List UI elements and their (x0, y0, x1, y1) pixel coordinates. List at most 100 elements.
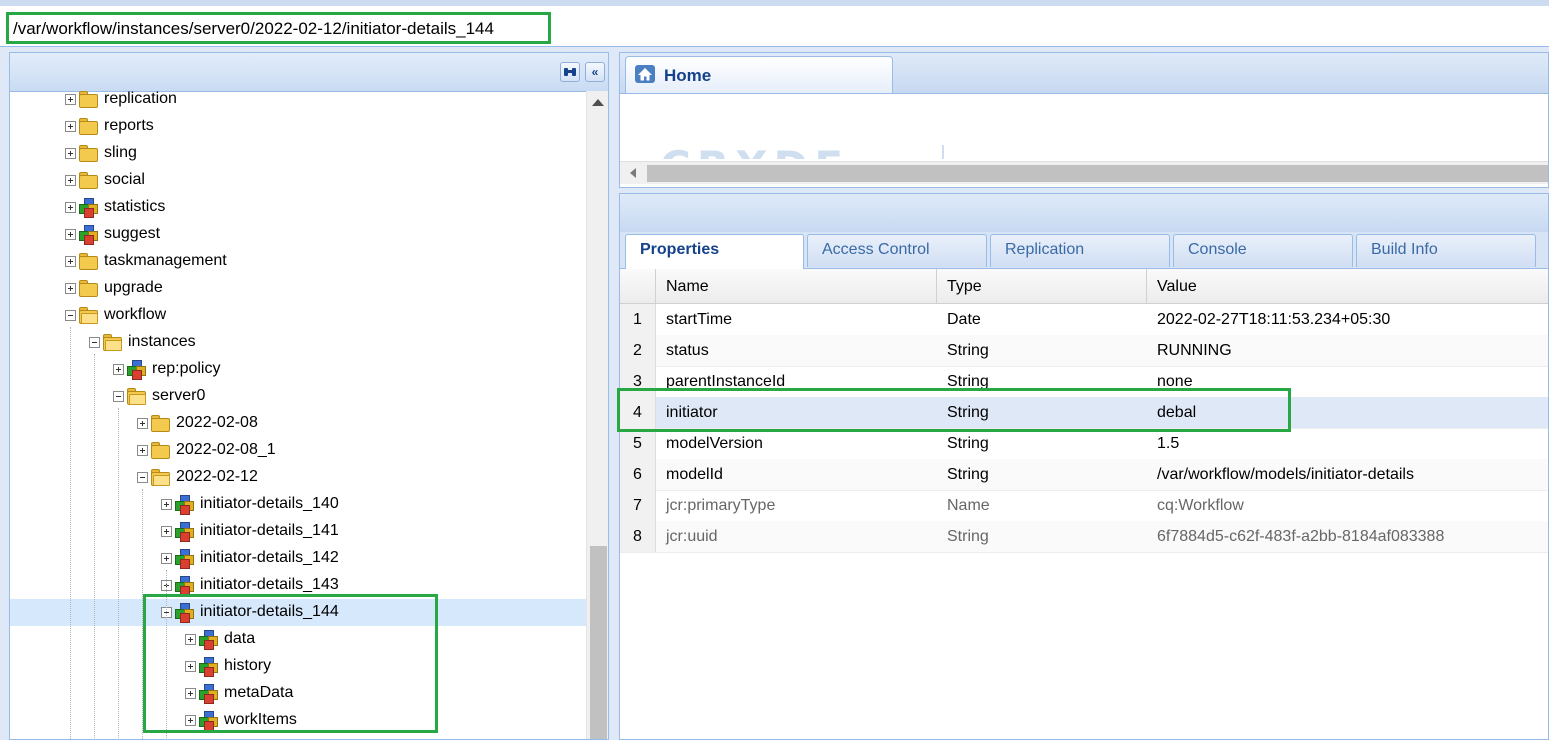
property-name[interactable]: modelVersion (666, 435, 763, 453)
tab-build-info[interactable]: Build Info (1356, 234, 1536, 267)
table-row[interactable]: 6 modelId String/var/workflow/models/initi… (620, 459, 1548, 491)
property-type[interactable]: Name (947, 497, 990, 515)
tab-access-control[interactable]: Access Control (807, 234, 987, 267)
property-type[interactable]: String (947, 373, 989, 391)
editor-hscroll-thumb[interactable] (647, 165, 1548, 182)
property-name[interactable]: jcr:uuid (666, 528, 718, 546)
expand-toggle-icon[interactable] (185, 661, 196, 672)
column-value-header[interactable]: Value (1157, 278, 1197, 296)
tree-node[interactable]: initiator-details_141 (10, 518, 586, 545)
property-name[interactable]: modelId (666, 466, 723, 484)
expand-toggle-icon[interactable] (65, 121, 76, 132)
collapse-panel-icon[interactable]: « (585, 62, 605, 82)
tree-node[interactable]: initiator-details_140 (10, 491, 586, 518)
collapse-toggle-icon[interactable] (65, 310, 76, 321)
tree-node[interactable]: 2022-02-12 (10, 464, 586, 491)
expand-toggle-icon[interactable] (113, 364, 124, 375)
expand-toggle-icon[interactable] (161, 553, 172, 564)
tree-node[interactable]: statistics (10, 194, 586, 221)
property-name[interactable]: status (666, 342, 709, 360)
table-row[interactable]: 8 jcr:uuid String 6f7884d5-c62f-483f-a2bb-8… (620, 521, 1548, 553)
tree-node[interactable]: suggest (10, 221, 586, 248)
tree-node[interactable]: workflow (10, 302, 586, 329)
tree-node[interactable]: taskmanagement (10, 248, 586, 275)
column-type-header[interactable]: Type (947, 278, 982, 296)
property-type[interactable]: String (947, 404, 989, 422)
expand-toggle-icon[interactable] (65, 283, 76, 294)
tree-node-label: sling (104, 144, 137, 161)
tree-node[interactable]: sling (10, 140, 586, 167)
expand-toggle-icon[interactable] (161, 526, 172, 537)
expand-toggle-icon[interactable] (185, 634, 196, 645)
tab-replication[interactable]: Replication (990, 234, 1170, 267)
scroll-left-icon[interactable] (630, 168, 636, 178)
expand-toggle-icon[interactable] (65, 175, 76, 186)
tree-scroll-thumb[interactable] (590, 546, 607, 739)
collapse-toggle-icon[interactable] (113, 391, 124, 402)
expand-toggle-icon[interactable] (65, 94, 76, 105)
editor-hscrollbar[interactable] (620, 161, 1548, 184)
property-name[interactable]: parentInstanceId (666, 373, 785, 391)
property-type[interactable]: String (947, 435, 989, 453)
property-value[interactable]: 6f7884d5-c62f-483f-a2bb-8184af083388 (1157, 528, 1444, 546)
expand-toggle-icon[interactable] (185, 688, 196, 699)
expand-toggle-icon[interactable] (65, 229, 76, 240)
property-value[interactable]: RUNNING (1157, 342, 1232, 360)
expand-toggle-icon[interactable] (137, 445, 148, 456)
collapse-toggle-icon[interactable] (89, 337, 100, 348)
tree-node[interactable]: rep:policy (10, 356, 586, 383)
property-value[interactable]: /var/workflow/models/initiator-details (1157, 466, 1414, 484)
property-type[interactable]: String (947, 528, 989, 546)
tree-node[interactable]: metaData (10, 680, 586, 707)
tree-node-label: workItems (224, 711, 297, 728)
table-row[interactable]: 4 initiator String debal (620, 397, 1548, 429)
scroll-up-icon[interactable] (592, 99, 604, 106)
row-number: 1 (620, 304, 656, 335)
collapse-toggle-icon[interactable] (137, 472, 148, 483)
expand-toggle-icon[interactable] (161, 499, 172, 510)
tree-node[interactable]: upgrade (10, 275, 586, 302)
path-input[interactable] (13, 18, 543, 40)
properties-panel-header (620, 194, 1548, 232)
expand-toggle-icon[interactable] (65, 202, 76, 213)
tab-properties[interactable]: Properties (625, 234, 804, 269)
tree-node[interactable]: history (10, 653, 586, 680)
expand-toggle-icon[interactable] (65, 256, 76, 267)
tree-node[interactable]: social (10, 167, 586, 194)
column-name-header[interactable]: Name (666, 278, 709, 296)
property-value[interactable]: 2022-02-27T18:11:53.234+05:30 (1157, 311, 1390, 329)
tree-node[interactable]: 2022-02-08_1 (10, 437, 586, 464)
tree-node[interactable]: initiator-details_144 (10, 599, 586, 626)
expand-toggle-icon[interactable] (185, 715, 196, 726)
table-row[interactable]: 7 jcr:primaryType Name cq:Workflow (620, 490, 1548, 522)
tab-console[interactable]: Console (1173, 234, 1353, 267)
property-type[interactable]: Date (947, 311, 981, 329)
tree-node[interactable]: initiator-details_142 (10, 545, 586, 572)
tree-scrollbar[interactable] (586, 91, 608, 739)
property-name[interactable]: startTime (666, 311, 732, 329)
table-row[interactable]: 5 modelVersion String 1.5 (620, 428, 1548, 460)
binoculars-icon[interactable] (560, 62, 580, 82)
tree-node[interactable]: reports (10, 113, 586, 140)
tab-home[interactable]: Home (625, 56, 893, 93)
property-value[interactable]: none (1157, 373, 1193, 391)
tree-node[interactable]: workItems (10, 707, 586, 734)
property-name[interactable]: initiator (666, 404, 718, 422)
tree-node[interactable]: data (10, 626, 586, 653)
expand-toggle-icon[interactable] (137, 418, 148, 429)
property-name[interactable]: jcr:primaryType (666, 497, 775, 515)
table-row[interactable]: 1 startTime Date 2022-02-27T18:11:53.234+05… (620, 304, 1548, 336)
property-value[interactable]: cq:Workflow (1157, 497, 1244, 515)
tree-node[interactable]: server0 (10, 383, 586, 410)
expand-toggle-icon[interactable] (65, 148, 76, 159)
property-value[interactable]: 1.5 (1157, 435, 1179, 453)
property-value[interactable]: debal (1157, 404, 1196, 422)
tree-node[interactable]: replication (10, 91, 586, 113)
property-type[interactable]: String (947, 342, 989, 360)
property-type[interactable]: String (947, 466, 989, 484)
table-row[interactable]: 3 parentInstanceId String none (620, 366, 1548, 398)
tree-node[interactable]: instances (10, 329, 586, 356)
tree-node[interactable]: initiator-details_143 (10, 572, 586, 599)
table-row[interactable]: 2 status String RUNNING (620, 335, 1548, 367)
tree-node[interactable]: 2022-02-08 (10, 410, 586, 437)
